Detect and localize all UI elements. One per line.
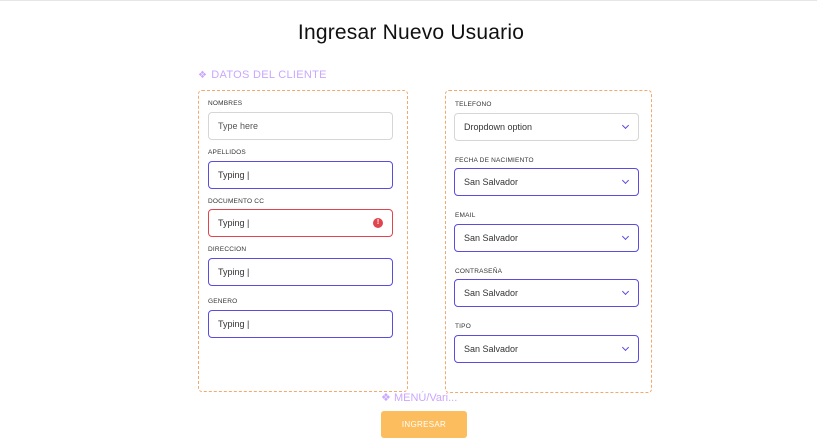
diamond-cluster-icon: ❖ [381, 392, 391, 404]
contrasena-dropdown[interactable]: San Salvador [454, 279, 639, 307]
section-label-text: DATOS DEL CLIENTE [211, 69, 327, 81]
fecha-nacimiento-dropdown[interactable]: San Salvador [454, 168, 639, 196]
chevron-down-icon [621, 232, 630, 241]
telefono-dropdown-text: Dropdown option [464, 122, 533, 132]
field-label-genero: GENERO [208, 298, 238, 305]
tipo-dropdown[interactable]: San Salvador [454, 335, 639, 363]
field-label-nombres: NOMBRES [208, 100, 243, 107]
telefono-dropdown[interactable]: Dropdown option [454, 113, 639, 141]
fecha-nacimiento-dropdown-text: San Salvador [464, 177, 519, 187]
field-label-fecha-nacimiento: FECHA DE NACIMIENTO [455, 157, 534, 164]
apellidos-input-text: Typing | [218, 170, 250, 180]
field-label-documento-cc: DOCUMENTO CC [208, 198, 265, 205]
field-label-direccion: DIRECCION [208, 246, 247, 253]
chevron-down-icon [621, 287, 630, 296]
nombres-input[interactable]: Type here [208, 112, 393, 140]
chevron-down-icon [621, 343, 630, 352]
email-dropdown-text: San Salvador [464, 233, 519, 243]
genero-input[interactable]: Typing | [208, 310, 393, 338]
documento-cc-input[interactable]: Typing | ! [208, 209, 393, 237]
direccion-input-text: Typing | [218, 267, 250, 277]
error-icon: ! [373, 218, 383, 228]
genero-input-text: Typing | [218, 319, 250, 329]
menu-variant-label: ❖ MENÚ/Vari... [381, 391, 457, 404]
documento-cc-input-text: Typing | [218, 218, 250, 228]
nombres-input-text: Type here [218, 121, 259, 131]
field-label-email: EMAIL [455, 212, 476, 219]
field-label-telefono: TELEFONO [455, 101, 492, 108]
field-label-contrasena: CONTRASEÑA [455, 268, 503, 275]
direccion-input[interactable]: Typing | [208, 258, 393, 286]
ingresar-button[interactable]: INGRESAR [381, 411, 467, 438]
section-label: ❖ DATOS DEL CLIENTE [198, 69, 327, 81]
menu-variant-label-text: MENÚ/Vari... [393, 392, 458, 404]
tipo-dropdown-text: San Salvador [464, 344, 519, 354]
chevron-down-icon [621, 176, 630, 185]
field-label-tipo: TIPO [455, 323, 471, 330]
contrasena-dropdown-text: San Salvador [464, 288, 519, 298]
diamond-cluster-icon: ❖ [198, 70, 208, 81]
chevron-down-icon [621, 121, 630, 130]
field-label-apellidos: APELLIDOS [208, 149, 246, 156]
page-title: Ingresar Nuevo Usuario [297, 21, 525, 44]
email-dropdown[interactable]: San Salvador [454, 224, 639, 252]
apellidos-input[interactable]: Typing | [208, 161, 393, 189]
